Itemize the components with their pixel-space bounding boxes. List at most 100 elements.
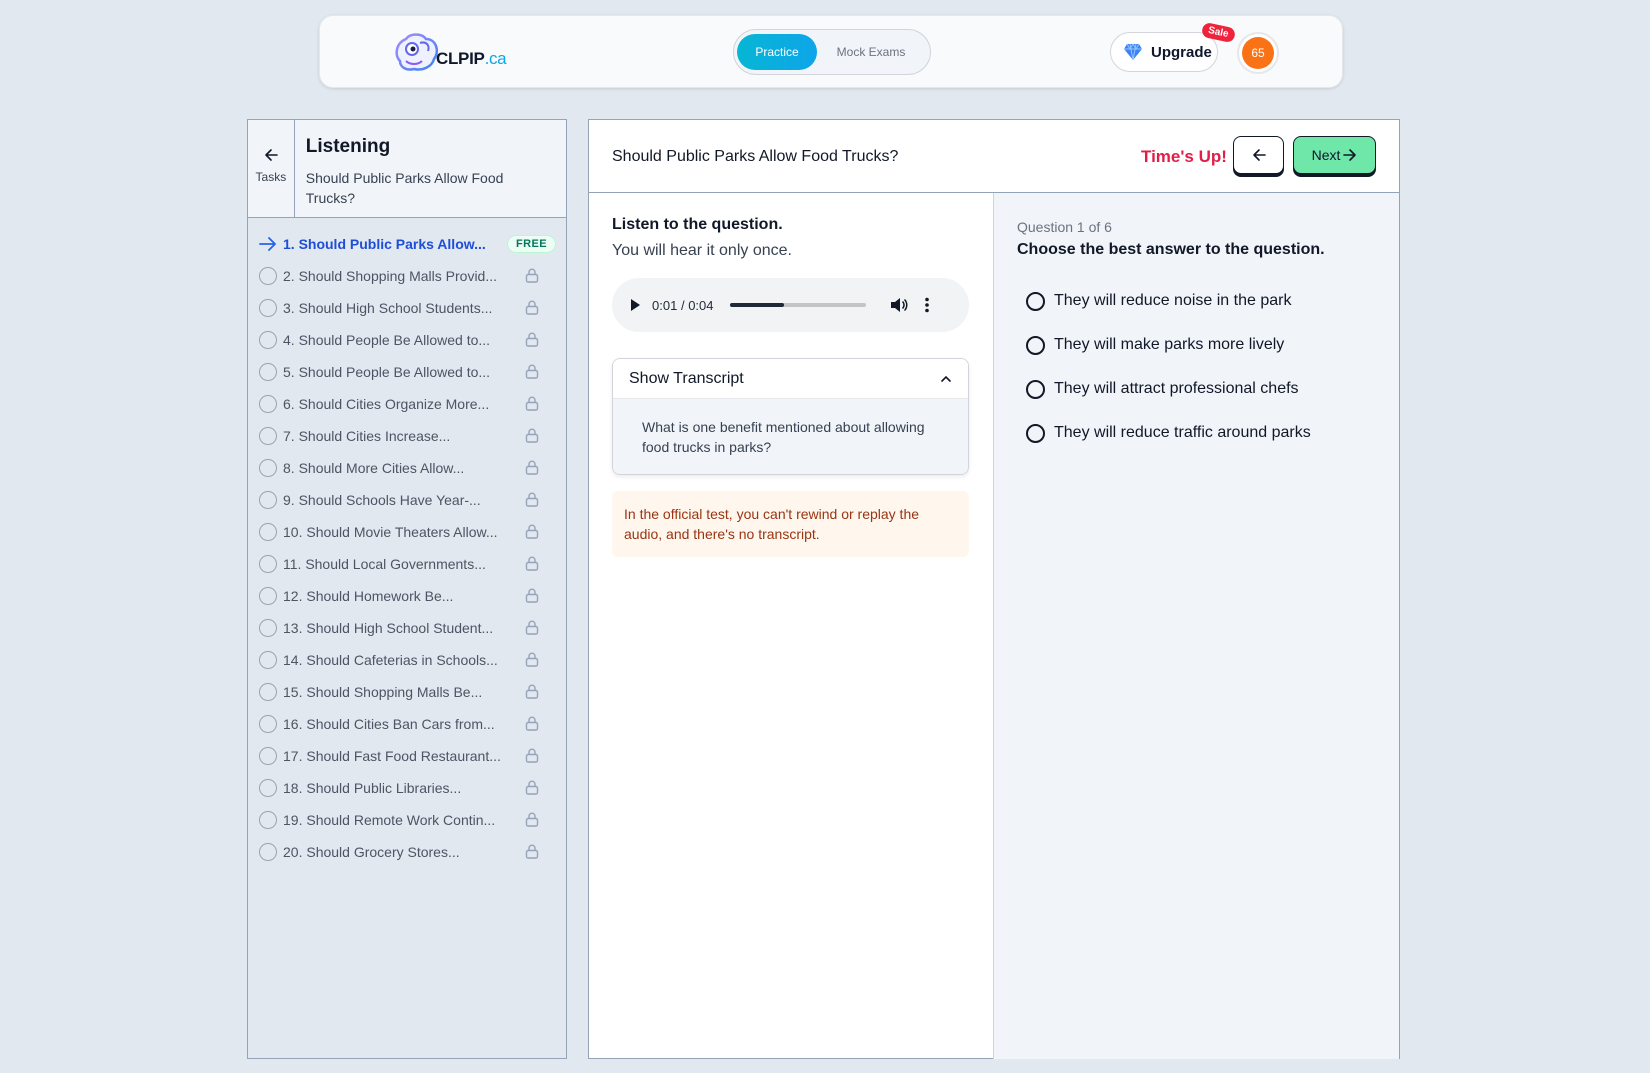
answer-radio[interactable]: [1026, 423, 1045, 443]
task-label: 9. Should Schools Have Year-...: [283, 492, 481, 508]
task-status-circle: [259, 331, 277, 349]
answer-option[interactable]: They will attract professional chefs: [1017, 367, 1376, 411]
task-label: 7. Should Cities Increase...: [283, 428, 451, 444]
task-list-item[interactable]: 9. Should Schools Have Year-...: [248, 484, 566, 516]
task-sidebar: Tasks Listening Should Public Parks Allo…: [247, 119, 567, 1059]
task-label: 14. Should Cafeterias in Schools...: [283, 652, 498, 668]
task-list-item[interactable]: 15. Should Shopping Malls Be...: [248, 676, 566, 708]
task-status-circle: [259, 651, 277, 669]
answer-radio[interactable]: [1026, 291, 1045, 311]
task-list-item[interactable]: 16. Should Cities Ban Cars from...: [248, 708, 566, 740]
task-list-item[interactable]: 14. Should Cafeterias in Schools...: [248, 644, 566, 676]
tasks-label: Tasks: [255, 170, 287, 184]
task-list-item[interactable]: 18. Should Public Libraries...: [248, 772, 566, 804]
lock-icon: [525, 588, 539, 603]
answer-radio[interactable]: [1026, 335, 1045, 355]
next-label: Next: [1311, 147, 1341, 163]
task-list-item[interactable]: 3. Should High School Students...: [248, 292, 566, 324]
task-list-item[interactable]: 1. Should Public Parks Allow... FREE: [248, 228, 566, 260]
show-transcript-toggle[interactable]: Show Transcript: [613, 359, 968, 399]
instructions-subtitle: You will hear it only once.: [612, 242, 792, 259]
lock-icon: [525, 492, 539, 507]
logo-mascot-icon: [392, 31, 440, 73]
task-label: 5. Should People Be Allowed to...: [283, 364, 491, 380]
answer-label: They will make parks more lively: [1054, 336, 1285, 353]
task-list-item[interactable]: 6. Should Cities Organize More...: [248, 388, 566, 420]
page-title: Should Public Parks Allow Food Trucks?: [612, 148, 899, 165]
task-list-item[interactable]: 8. Should More Cities Allow...: [248, 452, 566, 484]
task-list-item[interactable]: 7. Should Cities Increase...: [248, 420, 566, 452]
arrow-left-icon: [265, 149, 278, 161]
lock-icon: [525, 524, 539, 539]
play-icon[interactable]: [628, 298, 642, 312]
lock-icon: [525, 716, 539, 731]
more-options-icon[interactable]: [924, 297, 930, 313]
transcript-text: What is one benefit mentioned about allo…: [613, 399, 968, 474]
task-status-circle: [259, 715, 277, 733]
task-label: 13. Should High School Student...: [283, 620, 494, 636]
lock-icon: [525, 460, 539, 475]
section-subtitle: Should Public Parks Allow Food Trucks?: [305, 170, 504, 206]
task-list-item[interactable]: 4. Should People Be Allowed to...: [248, 324, 566, 356]
task-status-circle: [259, 779, 277, 797]
tab-practice[interactable]: Practice: [737, 34, 817, 70]
task-label: 19. Should Remote Work Contin...: [283, 812, 496, 828]
task-list-item[interactable]: 13. Should High School Student...: [248, 612, 566, 644]
task-label: 6. Should Cities Organize More...: [283, 396, 490, 412]
mode-tabs: Practice Mock Exams: [733, 29, 931, 75]
lock-icon: [525, 556, 539, 571]
lock-icon: [525, 300, 539, 315]
logo[interactable]: CLPIP.ca: [392, 30, 507, 74]
task-label: 17. Should Fast Food Restaurant...: [283, 748, 501, 764]
answer-column: Question 1 of 6 Choose the best answer t…: [994, 193, 1399, 1059]
task-status-circle: [259, 619, 277, 637]
tab-mock-exams[interactable]: Mock Exams: [817, 34, 925, 70]
sidebar-header: Tasks Listening Should Public Parks Allo…: [248, 120, 566, 218]
free-badge: FREE: [507, 235, 556, 253]
question-header: Should Public Parks Allow Food Trucks? T…: [589, 120, 1399, 193]
transcript-panel: Show Transcript What is one benefit ment…: [612, 358, 969, 475]
avatar-text: 65: [1242, 37, 1274, 69]
previous-button[interactable]: [1233, 136, 1284, 174]
task-label: 20. Should Grocery Stores...: [283, 844, 460, 860]
task-status-circle: [259, 843, 277, 861]
audio-column: Listen to the question. You will hear it…: [589, 193, 994, 1059]
task-status-circle: [259, 267, 277, 285]
chevron-up-icon: [941, 375, 951, 382]
task-label: 4. Should People Be Allowed to...: [283, 332, 491, 348]
task-list-item[interactable]: 11. Should Local Governments...: [248, 548, 566, 580]
transcript-label: Show Transcript: [629, 369, 744, 387]
volume-icon[interactable]: [890, 297, 908, 313]
answer-option[interactable]: They will reduce noise in the park: [1017, 279, 1376, 323]
answer-option[interactable]: They will make parks more lively: [1017, 323, 1376, 367]
upgrade-label: Upgrade: [1151, 43, 1212, 61]
lock-icon: [525, 332, 539, 347]
answer-label: They will reduce noise in the park: [1054, 292, 1292, 309]
lock-icon: [525, 652, 539, 667]
task-list-item[interactable]: 2. Should Shopping Malls Provid...: [248, 260, 566, 292]
task-list-item[interactable]: 5. Should People Be Allowed to...: [248, 356, 566, 388]
task-list-item[interactable]: 20. Should Grocery Stores...: [248, 836, 566, 868]
arrow-right-icon: [1343, 149, 1357, 161]
task-list-item[interactable]: 17. Should Fast Food Restaurant...: [248, 740, 566, 772]
next-button[interactable]: Next: [1293, 136, 1376, 174]
times-up-label: Time's Up!: [1141, 147, 1227, 166]
audio-progress-slider[interactable]: [729, 303, 866, 307]
task-status-circle: [259, 363, 277, 381]
task-label: 18. Should Public Libraries...: [283, 780, 462, 796]
task-list: 1. Should Public Parks Allow... FREE 2. Sh…: [248, 218, 566, 868]
task-list-item[interactable]: 10. Should Movie Theaters Allow...: [248, 516, 566, 548]
answer-label: They will attract professional chefs: [1054, 380, 1299, 397]
avatar[interactable]: 65: [1237, 32, 1279, 74]
upgrade-button[interactable]: Upgrade: [1110, 32, 1218, 72]
task-status-circle: [259, 491, 277, 509]
task-list-item[interactable]: 12. Should Homework Be...: [248, 580, 566, 612]
task-status-circle: [259, 555, 277, 573]
task-list-item[interactable]: 19. Should Remote Work Contin...: [248, 804, 566, 836]
answer-radio[interactable]: [1026, 379, 1045, 399]
lock-icon: [525, 748, 539, 763]
answer-option[interactable]: They will reduce traffic around parks: [1017, 411, 1376, 455]
lock-icon: [525, 684, 539, 699]
task-label: 1. Should Public Parks Allow...: [283, 236, 486, 252]
tasks-back-button[interactable]: Tasks: [248, 120, 295, 217]
